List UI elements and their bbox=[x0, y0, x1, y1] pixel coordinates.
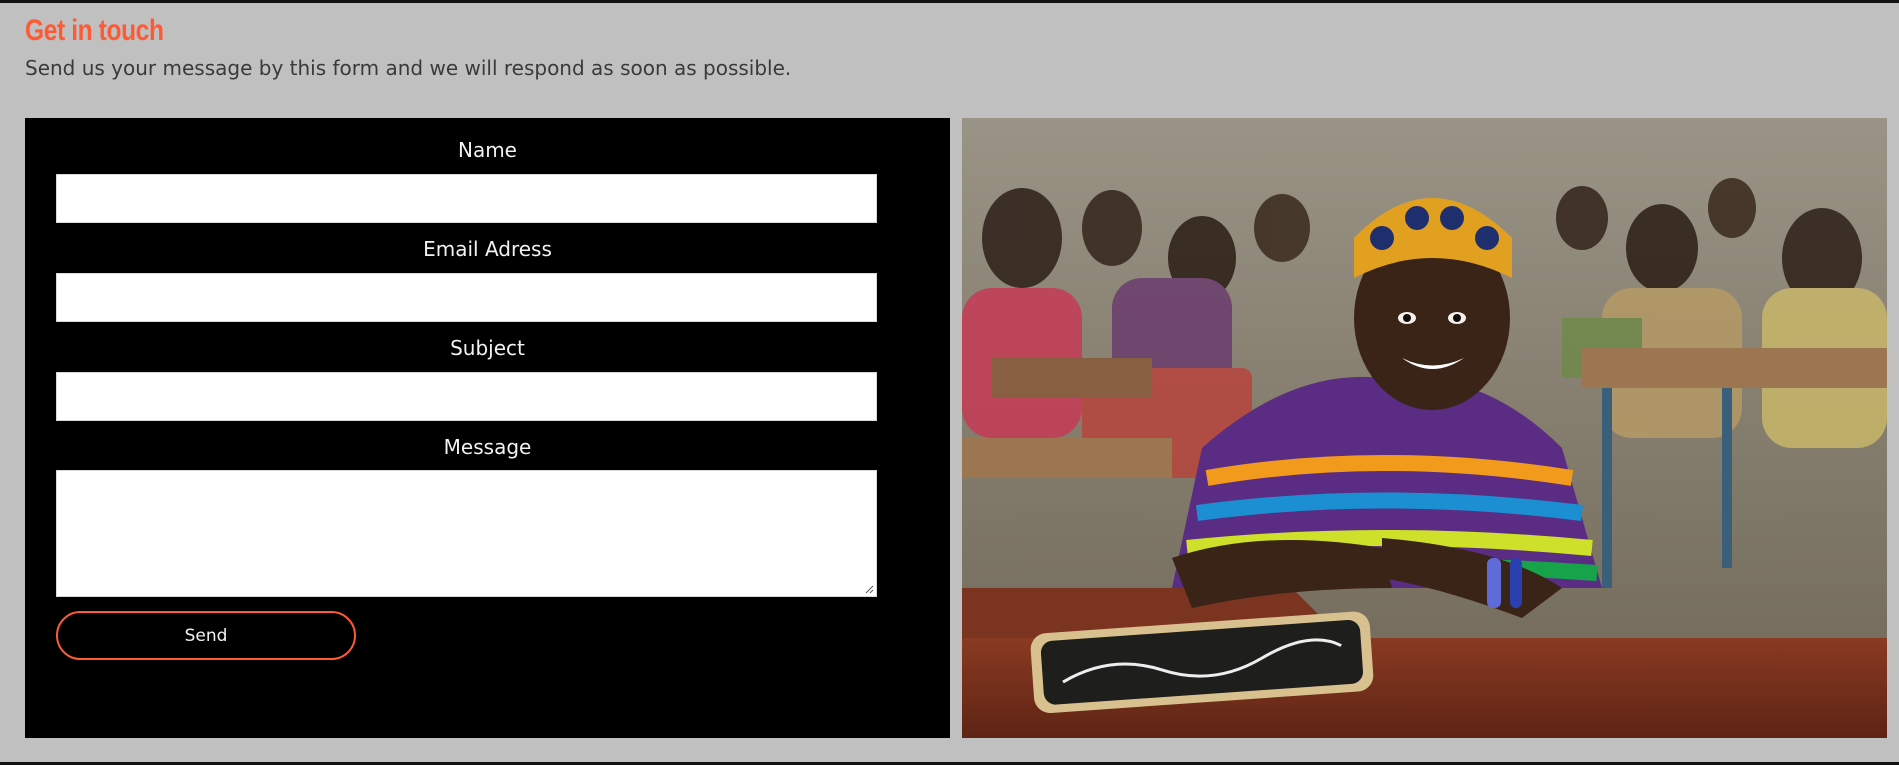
contact-form: Name Email Adress Subject Message Send bbox=[25, 118, 950, 738]
email-field[interactable] bbox=[56, 273, 877, 322]
name-label: Name bbox=[457, 138, 517, 162]
message-field[interactable] bbox=[56, 470, 877, 597]
message-label: Message bbox=[443, 435, 532, 459]
classroom-photo-illustration bbox=[962, 118, 1887, 738]
subject-label: Subject bbox=[450, 336, 525, 360]
page-title: Get in touch bbox=[25, 14, 164, 47]
email-label: Email Adress bbox=[423, 237, 552, 261]
resize-grip-icon[interactable] bbox=[864, 584, 874, 594]
page-subtitle: Send us your message by this form and we… bbox=[25, 56, 792, 80]
top-border bbox=[0, 0, 1899, 3]
send-button[interactable]: Send bbox=[56, 611, 356, 660]
name-field[interactable] bbox=[56, 174, 877, 223]
classroom-photo bbox=[962, 118, 1887, 738]
subject-field[interactable] bbox=[56, 372, 877, 421]
